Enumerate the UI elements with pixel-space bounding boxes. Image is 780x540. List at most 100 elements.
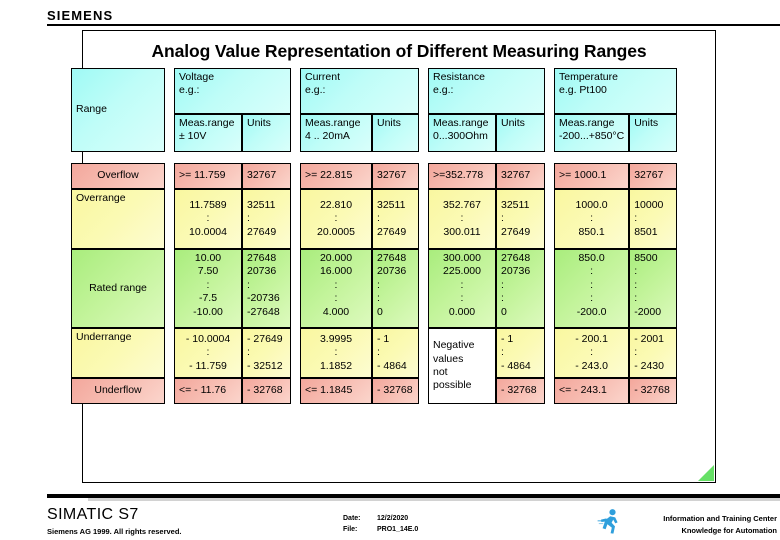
cell-rated-voltage-meas: 10.00 7.50 : -7.5 -10.00	[174, 249, 242, 328]
cell-underflow-voltage-meas: <= - 11.76	[174, 378, 242, 404]
cell-underflow-temperature-meas: <= - 243.1	[554, 378, 630, 404]
cell-underrange-voltage-meas: - 10.0004 : - 11.759	[174, 328, 242, 378]
header-group-voltage: Voltage e.g.:	[174, 68, 291, 114]
cell-overflow-temperature-meas: >= 1000.1	[554, 163, 630, 189]
column-gap	[419, 68, 428, 114]
cell-overflow-current-units: 32767	[372, 163, 419, 189]
header-group-resistance-subtitle: e.g.:	[433, 84, 454, 97]
cell-rated-current-meas: 20.000 16.000 : : 4.000	[300, 249, 372, 328]
header-current-units: Units	[372, 114, 419, 152]
cell-underrange-current-meas: 3.9995 : 1.1852	[300, 328, 372, 378]
column-gap	[545, 163, 554, 189]
column-gap	[419, 163, 428, 189]
header-voltage-units: Units	[242, 114, 291, 152]
column-gap	[545, 378, 554, 404]
footer-meta: Date: 12/2/2020 File: PRO1_14E.0	[343, 514, 418, 535]
page-title: Analog Value Representation of Different…	[151, 41, 647, 61]
table-row-overrange: Overrange 11.7589 : 10.0004 32511 : 2764…	[71, 189, 678, 249]
cell-rated-resistance-meas: 300.000 225.000 : : 0.000	[428, 249, 496, 328]
cell-overrange-current-meas: 22.810 : 20.0005	[300, 189, 372, 249]
table-row-overflow: Overflow >= 11.759 32767 >= 22.815 32767…	[71, 163, 678, 189]
header-temperature-measrange-label: Meas.range	[559, 117, 615, 129]
column-gap	[419, 249, 428, 328]
header-group-temperature-subtitle: e.g. Pt100	[559, 84, 607, 97]
header-resistance-measrange-sub: 0...300Ohm	[433, 130, 488, 143]
footer-file-label: File:	[343, 525, 358, 533]
table-row-underflow: Underflow <= - 11.76 - 32768 <= 1.1845 -…	[71, 378, 678, 404]
header-range-corner: Range	[71, 68, 165, 152]
row-gap	[71, 152, 677, 163]
column-gap	[291, 189, 300, 249]
header-group-voltage-title: Voltage	[179, 71, 215, 83]
column-gap	[291, 68, 300, 114]
footer-date-label: Date:	[343, 515, 361, 522]
footer-itc-text: Information and Training Center Knowledg…	[627, 513, 777, 536]
footer-copyright: Siemens AG 1999. All rights reserved.	[47, 527, 182, 536]
footer-product-name: SIMATIC S7	[47, 506, 139, 523]
cell-underflow-current-meas: <= 1.1845	[300, 378, 372, 404]
header-group-resistance: Resistance e.g.:	[428, 68, 545, 114]
header-body-spacer	[71, 152, 677, 163]
cell-overrange-resistance-units: 32511 : 27649	[496, 189, 545, 249]
row-label-rated-range: Rated range	[71, 249, 165, 328]
header-temperature-measrange: Meas.range -200...+850°C	[554, 114, 630, 152]
header-voltage-measrange-sub: ± 10V	[179, 130, 207, 143]
cell-overrange-voltage-meas: 11.7589 : 10.0004	[174, 189, 242, 249]
cell-underrange-resistance-units: - 1 : - 4864	[496, 328, 545, 378]
cell-overrange-current-units: 32511 : 27649	[372, 189, 419, 249]
header-group-voltage-subtitle: e.g.:	[179, 84, 200, 97]
cell-rated-temperature-units: 8500 : : : -2000	[629, 249, 678, 328]
cell-rated-voltage-units: 27648 20736 : -20736 -27648	[242, 249, 291, 328]
column-gap	[165, 163, 174, 189]
footer-divider	[47, 494, 780, 498]
column-gap	[291, 114, 300, 152]
column-gap	[165, 189, 174, 249]
column-gap	[545, 114, 554, 152]
cell-overrange-voltage-units: 32511 : 27649	[242, 189, 291, 249]
table-header-row-groups: Range Voltage e.g.: Current e.g.: Resistan…	[71, 68, 678, 152]
header-group-temperature: Temperature e.g. Pt100	[554, 68, 678, 114]
cell-underflow-voltage-units: - 32768	[242, 378, 291, 404]
header-current-measrange-label: Meas.range	[305, 117, 361, 129]
cell-underrange-current-units: - 1 : - 4864	[372, 328, 419, 378]
row-label-underflow: Underflow	[71, 378, 165, 404]
column-gap	[419, 114, 428, 152]
footer-itc-line2: Knowledge for Automation	[681, 525, 777, 535]
analog-value-table: Range Voltage e.g.: Current e.g.: Resistan…	[71, 68, 678, 404]
cell-underrange-temperature-units: - 2001 : - 2430	[629, 328, 678, 378]
table-row-rated-range: Rated range 10.00 7.50 : -7.5 -10.00 276…	[71, 249, 678, 328]
header-group-current-subtitle: e.g.:	[305, 84, 326, 97]
header-voltage-measrange: Meas.range ± 10V	[174, 114, 242, 152]
header-group-current: Current e.g.:	[300, 68, 419, 114]
header-current-measrange: Meas.range 4 .. 20mA	[300, 114, 372, 152]
column-gap	[545, 328, 554, 378]
column-gap	[419, 378, 428, 404]
header-resistance-measrange-label: Meas.range	[433, 117, 489, 129]
header-voltage-measrange-label: Meas.range	[179, 117, 235, 129]
cell-overflow-resistance-units: 32767	[496, 163, 545, 189]
cell-rated-temperature-meas: 850.0 : : : -200.0	[554, 249, 630, 328]
cell-overflow-voltage-meas: >= 11.759	[174, 163, 242, 189]
row-label-overflow: Overflow	[71, 163, 165, 189]
cell-overflow-current-meas: >= 22.815	[300, 163, 372, 189]
cell-underflow-temperature-units: - 32768	[629, 378, 678, 404]
cell-overflow-resistance-meas: >=352.778	[428, 163, 496, 189]
header-temperature-measrange-sub: -200...+850°C	[559, 130, 625, 143]
cell-resistance-negative-not-possible: Negative values not possible	[428, 328, 496, 404]
footer-file-value: PRO1_14E.0	[377, 525, 419, 533]
header-current-measrange-sub: 4 .. 20mA	[305, 130, 350, 143]
column-gap	[419, 189, 428, 249]
header-group-current-title: Current	[305, 71, 341, 83]
row-label-underrange: Underrange	[71, 328, 165, 378]
running-figure-icon	[597, 509, 618, 534]
cell-underrange-voltage-units: - 27649 : - 32512	[242, 328, 291, 378]
header-group-resistance-title: Resistance	[433, 71, 485, 83]
column-gap	[419, 328, 428, 378]
column-gap	[291, 249, 300, 328]
cell-rated-current-units: 27648 20736 : : 0	[372, 249, 419, 328]
column-gap	[165, 114, 174, 152]
column-gap	[291, 163, 300, 189]
footer-date-value: 12/2/2020	[377, 515, 409, 522]
column-gap	[165, 328, 174, 378]
siemens-logo: SIEMENS	[47, 8, 114, 23]
